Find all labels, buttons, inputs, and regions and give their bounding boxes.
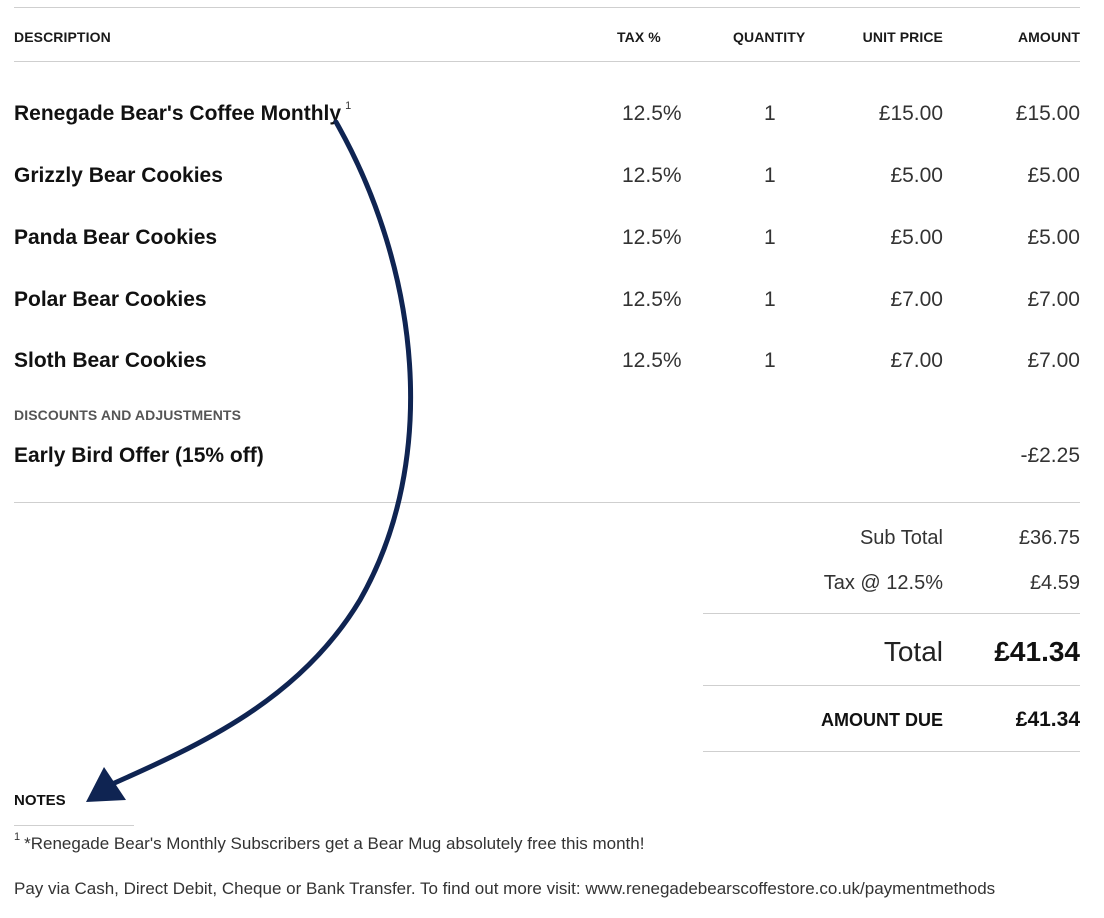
item-unit-price: £7.00 — [890, 349, 943, 372]
payment-note: Pay via Cash, Direct Debit, Cheque or Ba… — [14, 879, 996, 898]
header-description: DESCRIPTION — [14, 29, 111, 45]
item-description: Panda Bear Cookies — [14, 226, 218, 249]
header-tax: TAX % — [617, 29, 661, 45]
notes-title: NOTES — [14, 792, 66, 809]
amount-due-label: AMOUNT DUE — [821, 710, 943, 730]
subtotal-value: £36.75 — [1018, 527, 1080, 549]
item-unit-price: £7.00 — [890, 288, 943, 311]
amount-due-divider — [703, 751, 1080, 752]
item-tax: 12.5% — [622, 226, 682, 249]
tax-label: Tax @ 12.5% — [823, 572, 943, 594]
total-label: Total — [883, 636, 943, 667]
item-tax: 12.5% — [622, 164, 682, 187]
header-unit-price: UNIT PRICE — [862, 29, 943, 45]
item-tax: 12.5% — [622, 288, 682, 311]
item-description: Renegade Bear's Coffee Monthly 1 — [14, 100, 352, 125]
item-unit-price: £15.00 — [878, 102, 943, 125]
tax-value: £4.59 — [1029, 572, 1080, 594]
line-item: Panda Bear Cookies 12.5% 1 £5.00 £5.00 — [14, 226, 1080, 256]
item-tax: 12.5% — [622, 102, 682, 125]
amount-due-value: £41.34 — [1015, 708, 1080, 731]
footnote-text: *Renegade Bear's Monthly Subscribers get… — [24, 834, 645, 853]
item-amount: £7.00 — [1027, 349, 1080, 372]
line-item: Sloth Bear Cookies 12.5% 1 £7.00 £7.00 — [14, 349, 1080, 379]
discounts-section-label: DISCOUNTS AND ADJUSTMENTS — [14, 407, 242, 423]
line-item: Grizzly Bear Cookies 12.5% 1 £5.00 £5.00 — [14, 164, 1080, 194]
top-divider — [14, 7, 1080, 8]
discount-row: Early Bird Offer (15% off) -£2.25 — [14, 444, 1080, 474]
header-quantity: QUANTITY — [733, 29, 806, 45]
item-tax: 12.5% — [622, 349, 682, 372]
item-description: Grizzly Bear Cookies — [14, 164, 223, 187]
discount-amount: -£2.25 — [1020, 444, 1080, 467]
footnote-marker: 1 — [345, 100, 352, 112]
header-divider — [14, 61, 1080, 62]
total-value: £41.34 — [994, 636, 1080, 667]
footnote: 1 *Renegade Bear's Monthly Subscribers ge… — [14, 831, 645, 854]
item-description: Sloth Bear Cookies — [14, 349, 207, 372]
item-quantity: 1 — [764, 349, 776, 372]
item-amount: £7.00 — [1027, 288, 1080, 311]
item-quantity: 1 — [764, 102, 776, 125]
items-divider — [14, 502, 1080, 503]
item-quantity: 1 — [764, 226, 776, 249]
item-amount: £5.00 — [1027, 164, 1080, 187]
discount-description: Early Bird Offer (15% off) — [14, 444, 264, 467]
item-unit-price: £5.00 — [890, 226, 943, 249]
line-item: Renegade Bear's Coffee Monthly 1 12.5% 1 … — [14, 100, 1080, 132]
item-amount: £15.00 — [1015, 102, 1080, 125]
footnote-number: 1 — [14, 831, 21, 843]
invoice-page: DESCRIPTION TAX % QUANTITY UNIT PRICE AM… — [14, 0, 1080, 918]
notes-underline — [14, 825, 134, 826]
subtotal-label: Sub Total — [859, 527, 943, 549]
item-quantity: 1 — [764, 288, 776, 311]
item-amount: £5.00 — [1027, 226, 1080, 249]
total-divider — [703, 685, 1080, 686]
item-description: Polar Bear Cookies — [14, 288, 207, 311]
item-unit-price: £5.00 — [890, 164, 943, 187]
totals-divider — [703, 613, 1080, 614]
header-amount: AMOUNT — [1017, 29, 1080, 45]
line-item: Polar Bear Cookies 12.5% 1 £7.00 £7.00 — [14, 288, 1080, 318]
item-quantity: 1 — [764, 164, 776, 187]
